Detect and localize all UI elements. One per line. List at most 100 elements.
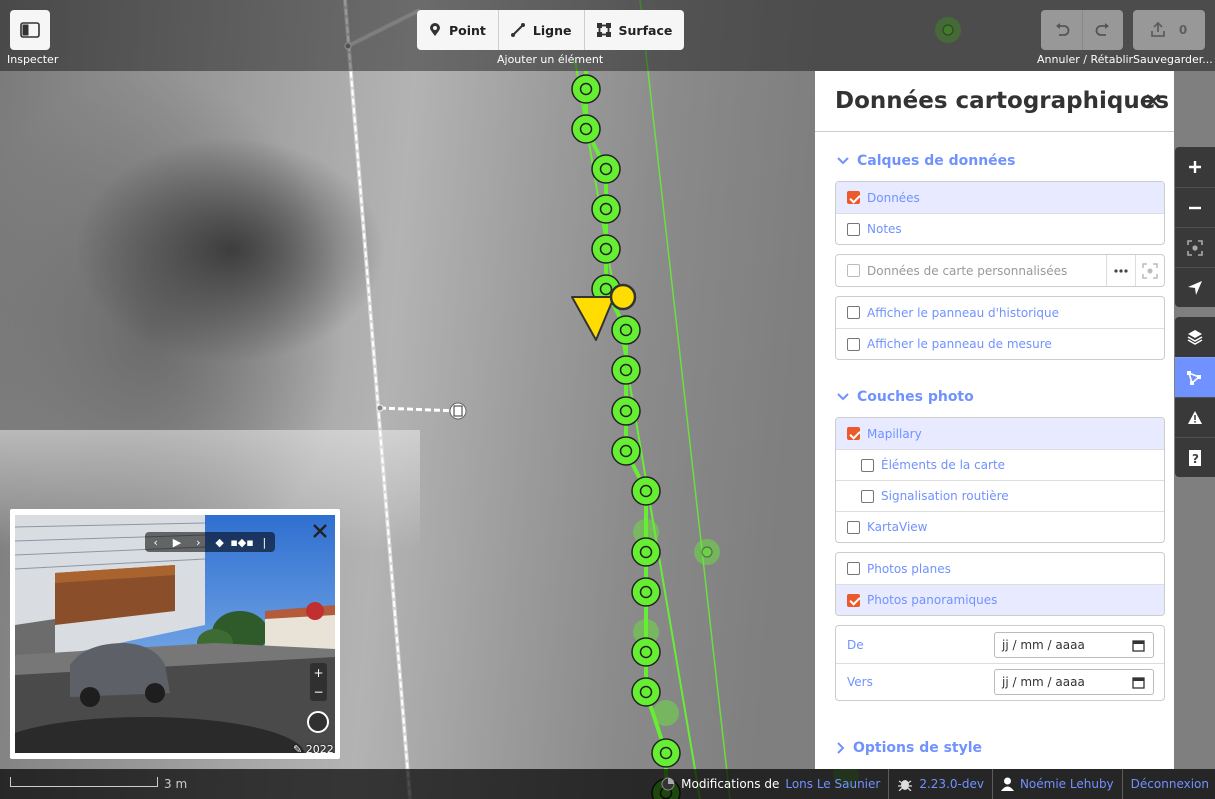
date-to-input[interactable]: jj / mm / aaaa [994,669,1154,695]
footer-bar: 3 m Modifications de Lons Le Saunier 2.2… [0,769,1215,799]
style-options-heading: Options de style [853,740,983,756]
background-pane-button[interactable] [1175,317,1215,357]
checkbox[interactable] [847,306,860,319]
layer-notes[interactable]: Notes [836,213,1164,244]
photo-capture-year: ✎ 2022 [293,743,334,753]
speed-fast-icon[interactable]: ▪◆▪ [230,532,253,552]
vertex-inner [579,82,593,96]
wrench-icon: ✎ [293,743,306,753]
toggle-label: Afficher le panneau d'historique [867,305,1060,320]
scale-bar[interactable] [10,777,158,787]
checkbox[interactable] [847,222,860,236]
next-photo-button[interactable]: › [188,532,209,552]
vertex-inner [639,645,653,659]
vertex-inner [619,404,633,418]
play-button[interactable]: ▶ [166,532,187,552]
checkbox[interactable] [847,337,860,351]
vertex-inner [639,484,653,498]
geolocate-button[interactable] [1175,267,1215,307]
add-area-button[interactable]: Surface [585,10,685,50]
minus-icon [1189,206,1201,209]
save-count: 0 [1178,23,1188,37]
checkbox[interactable] [847,562,860,575]
geolocate-icon [1188,280,1202,295]
layer-mapillary-traffic-signs[interactable]: Signalisation routière [836,480,1164,511]
footer-info: Modifications de Lons Le Saunier 2.23.0-… [661,769,1209,799]
vertex-inner [659,746,673,760]
zoom-to-data-icon[interactable] [1135,255,1164,286]
panel-header: Données cartographiques [815,71,1174,132]
photo-zoom-controls[interactable]: + − [310,663,327,701]
add-feature-caption: Ajouter un élément [497,53,604,66]
inspect-button[interactable] [10,10,50,50]
issues-pane-button[interactable] [1175,397,1215,437]
photo-zoom-in-icon[interactable]: + [313,666,323,680]
toggle-history-panel[interactable]: Afficher le panneau d'historique [836,297,1164,328]
map-data-pane-button[interactable] [1175,357,1215,397]
redo-button[interactable] [1082,10,1123,50]
checkbox[interactable] [847,191,860,204]
zoom-out-button[interactable] [1175,187,1215,227]
zoom-in-button[interactable] [1175,147,1215,187]
checkbox[interactable] [847,427,860,440]
warning-icon [1188,411,1202,424]
undo-redo-caption: Annuler / Rétablir [1037,53,1134,66]
way-vertices[interactable] [571,71,681,799]
speed-slow-icon[interactable]: ◆ [209,532,230,552]
calendar-icon[interactable] [1132,639,1145,652]
filter-flat-photos[interactable]: Photos planes [836,553,1164,584]
layer-osm-data[interactable]: Données [836,182,1164,213]
help-pane-button[interactable]: ? [1175,437,1215,477]
layer-mapillary-map-features[interactable]: Éléments de la carte [836,449,1164,480]
photo-viewer: ‹ ▶ › ◆ ▪◆▪ | + − ✎ 2022 [10,509,340,759]
calendar-icon[interactable] [1132,676,1145,689]
toggle-label: Afficher le panneau de mesure [867,337,1052,351]
date-from-input[interactable]: jj / mm / aaaa [994,631,1154,658]
toggle-measure-panel[interactable]: Afficher le panneau de mesure [836,328,1164,359]
footway[interactable] [343,0,459,799]
photo-zoom-out-icon[interactable]: − [313,685,323,699]
filter-panoramic-photos[interactable]: Photos panoramiques [836,584,1164,615]
photo-layers-list: Mapillary Éléments de la carte Signalisa… [835,417,1165,543]
vertex-inner [619,323,633,337]
more-options-icon[interactable] [1106,255,1135,286]
user-link[interactable]: Noémie Lehuby [1020,777,1114,791]
close-icon[interactable] [1142,90,1164,112]
chevron-down-icon [837,393,849,401]
changes-user-link[interactable]: Lons Le Saunier [785,777,880,791]
vertex-inner [639,685,653,699]
zoom-to-selection-button[interactable] [1175,227,1215,267]
photo-layers-section-toggle[interactable]: Couches photo [815,377,1174,417]
divider [1121,769,1123,799]
area-icon [596,23,611,37]
checkbox[interactable] [861,489,874,503]
style-options-section-toggle[interactable]: Options de style [815,728,1174,768]
year-text: 2022 [305,743,334,753]
vertex-inner [599,202,613,216]
save-button[interactable]: 0 [1133,10,1205,50]
previous-photo-button[interactable]: ‹ [145,532,166,552]
undo-button[interactable] [1041,10,1082,50]
version-link[interactable]: 2.23.0-dev [919,777,984,791]
add-point-button[interactable]: Point [417,10,499,50]
checkbox[interactable] [861,458,874,472]
add-line-button[interactable]: Ligne [499,10,585,50]
add-feature-group: Point Ligne Surface [417,10,685,50]
photo-type-filter: Photos planes Photos panoramiques [835,552,1165,616]
poi-marker[interactable] [449,402,467,420]
layer-custom-data[interactable]: Données de carte personnalisées [836,255,1164,286]
layer-mapillary[interactable]: Mapillary [836,418,1164,449]
logout-link[interactable]: Déconnexion [1131,777,1209,791]
layer-kartaview[interactable]: KartaView [836,511,1164,542]
data-layers-heading: Calques de données [857,153,1016,169]
street-level-photo[interactable]: ‹ ▶ › ◆ ▪◆▪ | + − ✎ 2022 [15,515,335,753]
checkbox[interactable] [847,264,860,277]
bug-icon[interactable] [897,777,913,791]
add-line-label: Ligne [532,22,572,38]
divider [991,769,993,799]
data-layers-section-toggle[interactable]: Calques de données [815,141,1174,181]
checkbox[interactable] [847,593,860,607]
checkbox[interactable] [847,520,860,534]
close-icon[interactable] [310,521,330,541]
compass-icon[interactable] [307,711,329,733]
